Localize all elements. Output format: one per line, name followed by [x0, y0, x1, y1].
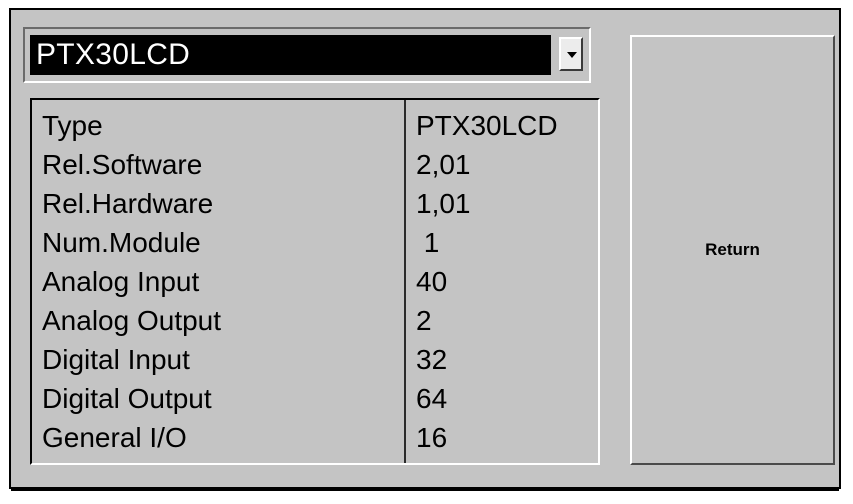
info-value: 1,01: [416, 188, 471, 219]
info-value: 1: [416, 227, 440, 258]
device-selector-dropdown[interactable]: PTX30LCD: [23, 27, 591, 83]
info-label: Analog Output: [42, 305, 222, 336]
device-info-table: Type PTX30LCD Rel.Software 2,01 Rel.Hard…: [30, 98, 600, 465]
info-row: Rel.Hardware 1,01: [32, 184, 598, 223]
info-label: Type: [42, 110, 103, 141]
info-row: Type PTX30LCD: [32, 106, 598, 145]
chevron-down-icon: [567, 52, 577, 58]
info-label: Digital Output: [42, 383, 212, 414]
info-row: Rel.Software 2,01: [32, 145, 598, 184]
info-row: Digital Output 64: [32, 379, 598, 418]
info-value: 40: [416, 266, 448, 297]
info-row: General I/O 16: [32, 418, 598, 457]
info-label: Num.Module: [42, 227, 201, 258]
device-selector-value[interactable]: PTX30LCD: [30, 35, 551, 75]
info-label: Digital Input: [42, 344, 190, 375]
info-row: Digital Input 32: [32, 340, 598, 379]
info-value: 2,01: [416, 149, 471, 180]
info-value: 2: [416, 305, 432, 336]
info-row: Analog Input 40: [32, 262, 598, 301]
info-label: Rel.Hardware: [42, 188, 214, 219]
info-label: General I/O: [42, 422, 187, 453]
info-value: 32: [416, 344, 448, 375]
info-label: Analog Input: [42, 266, 200, 297]
info-value: PTX30LCD: [416, 110, 558, 141]
info-label: Rel.Software: [42, 149, 203, 180]
dropdown-arrow-button[interactable]: [559, 37, 583, 71]
return-button[interactable]: Return: [630, 35, 835, 465]
info-value: 16: [416, 422, 448, 453]
return-button-label: Return: [705, 240, 760, 259]
info-row: Analog Output 2: [32, 301, 598, 340]
info-row: Num.Module 1: [32, 223, 598, 262]
info-value: 64: [416, 383, 448, 414]
